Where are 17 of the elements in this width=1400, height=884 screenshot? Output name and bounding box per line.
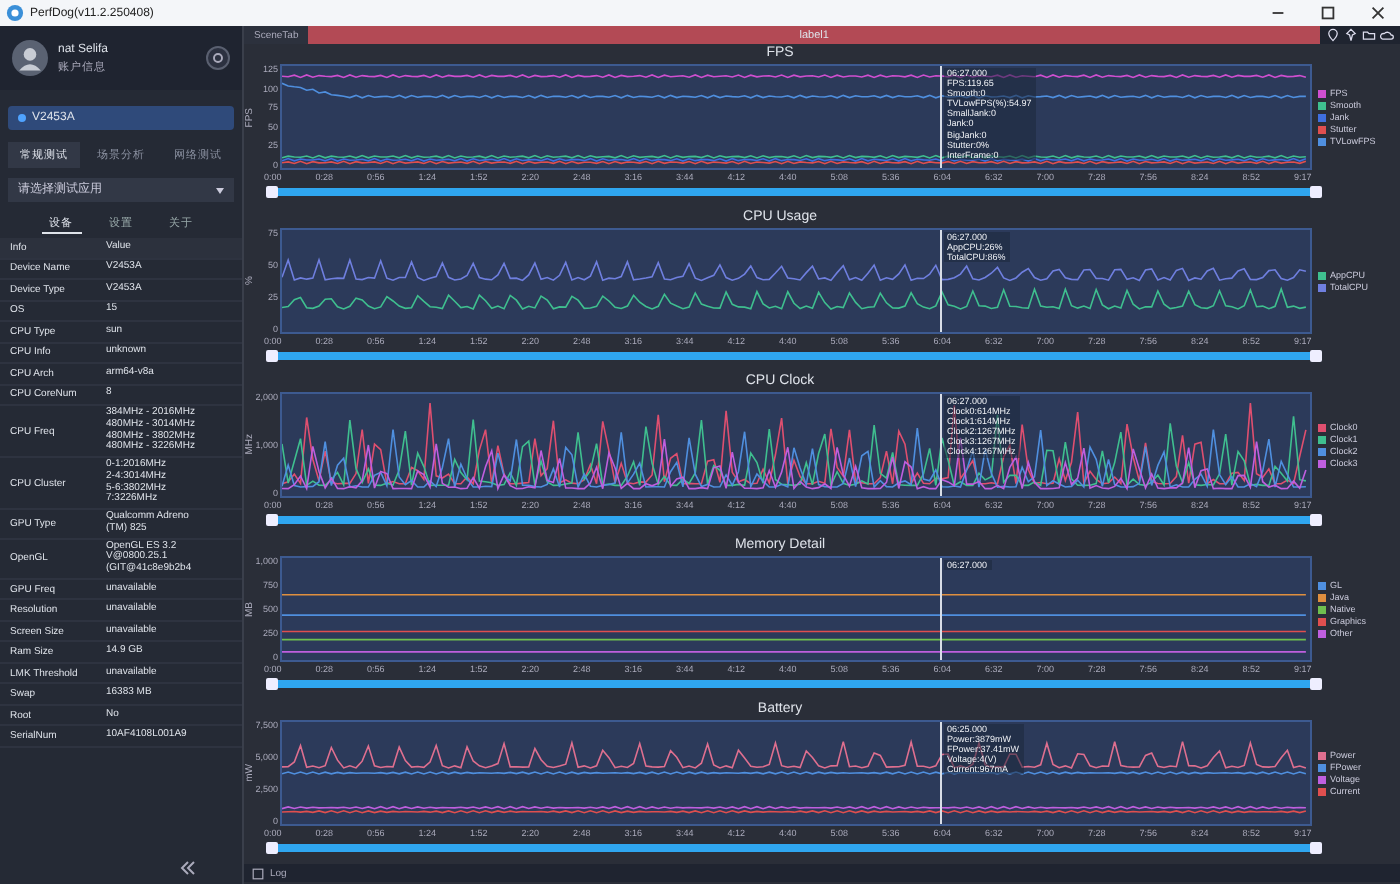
settings-button[interactable]: [206, 46, 230, 70]
maximize-icon: [1318, 4, 1338, 22]
range-slider[interactable]: [272, 680, 1316, 688]
cloud-icon[interactable]: [1380, 28, 1394, 42]
range-slider[interactable]: [272, 352, 1316, 360]
folder-icon[interactable]: [1362, 28, 1376, 42]
range-slider[interactable]: [272, 516, 1316, 524]
double-chevron-icon: [178, 858, 198, 878]
avatar-icon: [12, 40, 48, 76]
range-slider[interactable]: [272, 188, 1316, 196]
pin-icon[interactable]: [1344, 28, 1358, 42]
range-slider[interactable]: [272, 844, 1316, 852]
settings-icon: [210, 50, 226, 66]
location-pin-icon[interactable]: [1326, 28, 1340, 42]
caret-icon: [216, 187, 224, 193]
close-icon: [1368, 4, 1388, 22]
log-icon[interactable]: [252, 867, 264, 879]
